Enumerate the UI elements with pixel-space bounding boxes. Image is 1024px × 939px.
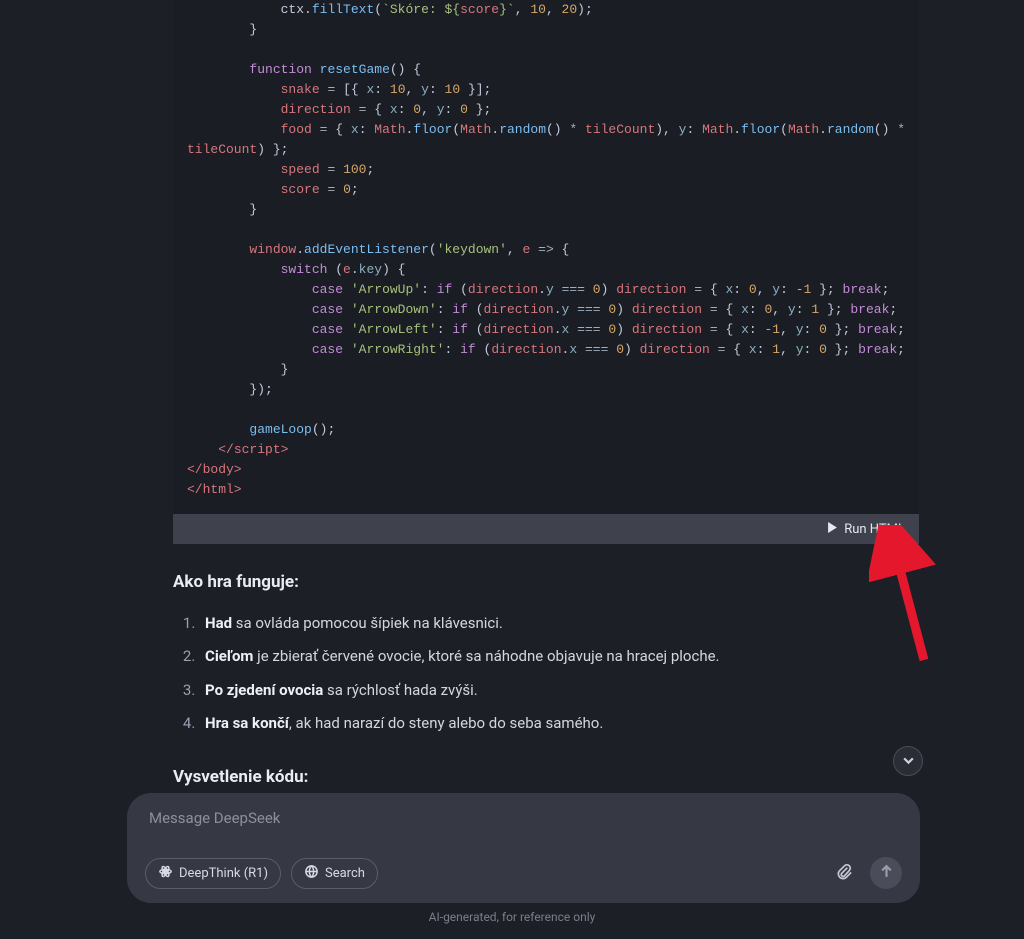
chat-input-controls: DeepThink (R1) Search: [145, 857, 902, 889]
play-icon: [827, 522, 838, 537]
send-button[interactable]: [870, 857, 902, 889]
run-html-label: Run HTML: [844, 522, 905, 537]
run-html-button[interactable]: Run HTML: [173, 514, 919, 544]
attach-button[interactable]: [828, 857, 860, 889]
arrow-up-icon: [879, 864, 894, 883]
chevron-down-icon: [902, 752, 915, 771]
deepthink-label: DeepThink (R1): [179, 866, 268, 881]
list-item: Po zjedení ovocia sa rýchlosť hada zvýši…: [199, 678, 919, 704]
ai-disclaimer: AI-generated, for reference only: [0, 910, 1024, 924]
list-item-bold: Hra sa končí: [205, 714, 289, 732]
section-heading-code-explain: Vysvetlenie kódu:: [173, 763, 919, 792]
list-item: Hra sa končí, ak had narazí do steny ale…: [199, 711, 919, 737]
list-item-bold: Had: [205, 614, 232, 632]
atom-icon: [158, 864, 173, 883]
chat-input-bar[interactable]: Message DeepSeek DeepThink (R1) Search: [127, 793, 920, 903]
how-it-works-list: Had sa ovláda pomocou šípiek na klávesni…: [173, 611, 919, 737]
section-heading-how-it-works: Ako hra funguje:: [173, 568, 919, 597]
search-label: Search: [325, 866, 365, 881]
scroll-to-bottom-button[interactable]: [893, 746, 923, 776]
deepthink-toggle[interactable]: DeepThink (R1): [145, 858, 281, 889]
list-item: Cieľom je zbierať červené ovocie, ktoré …: [199, 644, 919, 670]
code-block[interactable]: ctx.fillText(`Skóre: ${score}`, 10, 20);…: [173, 0, 919, 514]
globe-icon: [304, 864, 319, 883]
list-item: Had sa ovláda pomocou šípiek na klávesni…: [199, 611, 919, 637]
paperclip-icon: [835, 862, 854, 885]
search-toggle[interactable]: Search: [291, 858, 378, 889]
list-item-bold: Po zjedení ovocia: [205, 681, 323, 699]
list-item-bold: Cieľom: [205, 647, 253, 665]
chat-input-placeholder[interactable]: Message DeepSeek: [145, 809, 902, 827]
